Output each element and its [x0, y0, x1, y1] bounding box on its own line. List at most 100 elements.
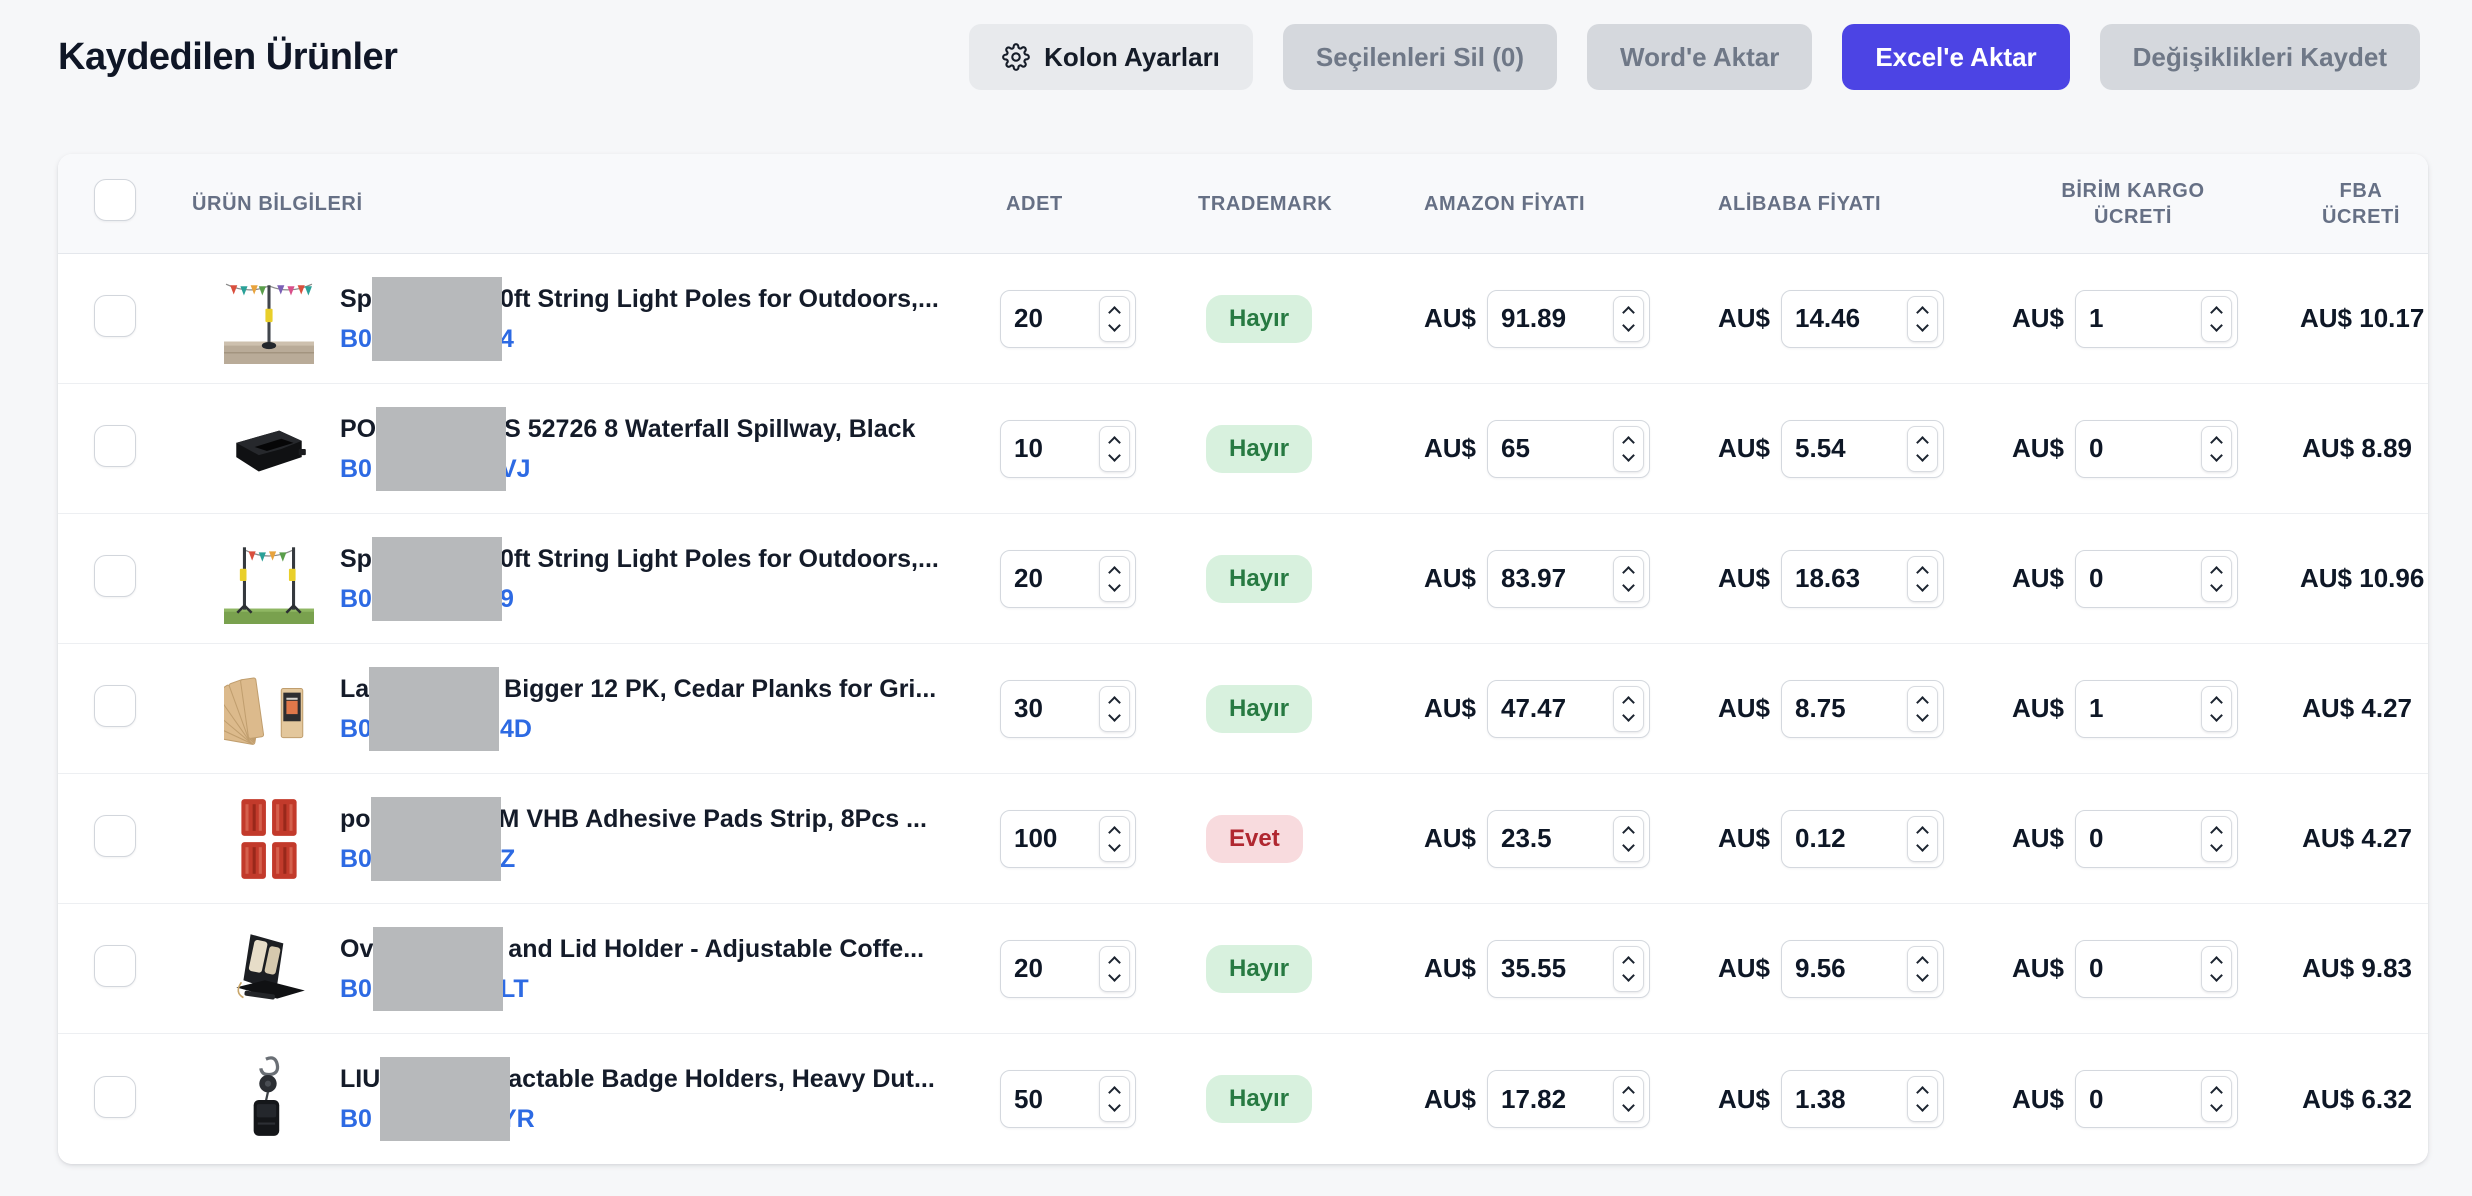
- stepper[interactable]: [1099, 1076, 1130, 1122]
- increment-icon[interactable]: [1622, 825, 1635, 839]
- stepper[interactable]: [2201, 295, 2233, 342]
- quantity-input[interactable]: 10: [1000, 419, 1136, 478]
- increment-icon[interactable]: [1916, 695, 1929, 709]
- increment-icon[interactable]: [1916, 305, 1929, 319]
- decrement-icon[interactable]: [1108, 448, 1121, 462]
- stepper[interactable]: [1099, 685, 1130, 732]
- increment-icon[interactable]: [1916, 1086, 1929, 1099]
- alibaba-price-input[interactable]: 9.56: [1781, 939, 1945, 998]
- alibaba-price-input[interactable]: 5.54: [1781, 419, 1945, 478]
- decrement-icon[interactable]: [1108, 838, 1121, 852]
- stepper[interactable]: [1099, 425, 1130, 472]
- decrement-icon[interactable]: [1916, 968, 1929, 982]
- stepper[interactable]: [1613, 425, 1645, 472]
- decrement-icon[interactable]: [2210, 318, 2223, 332]
- increment-icon[interactable]: [1108, 825, 1121, 839]
- unit-shipping-fee-input[interactable]: 1: [2075, 289, 2239, 348]
- decrement-icon[interactable]: [2210, 838, 2223, 852]
- stepper[interactable]: [1613, 685, 1645, 732]
- decrement-icon[interactable]: [1108, 1099, 1121, 1112]
- increment-icon[interactable]: [1108, 435, 1121, 449]
- stepper[interactable]: [2201, 555, 2233, 602]
- amazon-price-input[interactable]: 47.47: [1487, 679, 1651, 738]
- decrement-icon[interactable]: [2210, 968, 2223, 982]
- increment-icon[interactable]: [1622, 695, 1635, 709]
- stepper[interactable]: [1613, 945, 1645, 992]
- export-excel-button[interactable]: Excel'e Aktar: [1842, 24, 2070, 90]
- amazon-price-input[interactable]: 35.55: [1487, 939, 1651, 998]
- stepper[interactable]: [2201, 685, 2233, 732]
- decrement-icon[interactable]: [1916, 578, 1929, 592]
- stepper[interactable]: [2201, 815, 2233, 862]
- stepper[interactable]: [2201, 425, 2233, 472]
- row-checkbox[interactable]: [94, 425, 136, 467]
- decrement-icon[interactable]: [1916, 1099, 1929, 1112]
- decrement-icon[interactable]: [2210, 1099, 2223, 1112]
- decrement-icon[interactable]: [1108, 968, 1121, 982]
- stepper[interactable]: [1907, 815, 1939, 862]
- increment-icon[interactable]: [2210, 305, 2223, 319]
- increment-icon[interactable]: [1622, 955, 1635, 969]
- quantity-input[interactable]: 100: [1000, 809, 1136, 868]
- stepper[interactable]: [1099, 555, 1130, 602]
- save-changes-button[interactable]: Değişiklikleri Kaydet: [2099, 24, 2420, 90]
- increment-icon[interactable]: [1108, 305, 1121, 319]
- quantity-input[interactable]: 50: [1000, 1070, 1136, 1128]
- unit-shipping-fee-input[interactable]: 0: [2075, 939, 2239, 998]
- alibaba-price-input[interactable]: 18.63: [1781, 549, 1945, 608]
- amazon-price-input[interactable]: 91.89: [1487, 289, 1651, 348]
- unit-shipping-fee-input[interactable]: 0: [2075, 1070, 2239, 1128]
- row-checkbox[interactable]: [94, 555, 136, 597]
- increment-icon[interactable]: [2210, 825, 2223, 839]
- row-checkbox[interactable]: [94, 685, 136, 727]
- decrement-icon[interactable]: [1622, 1099, 1635, 1112]
- stepper[interactable]: [1613, 295, 1645, 342]
- increment-icon[interactable]: [1108, 695, 1121, 709]
- stepper[interactable]: [2201, 1076, 2233, 1122]
- decrement-icon[interactable]: [1622, 708, 1635, 722]
- increment-icon[interactable]: [2210, 955, 2223, 969]
- export-word-button[interactable]: Word'e Aktar: [1587, 24, 1813, 90]
- increment-icon[interactable]: [1108, 955, 1121, 969]
- column-settings-button[interactable]: Kolon Ayarları: [969, 24, 1253, 90]
- decrement-icon[interactable]: [1622, 318, 1635, 332]
- amazon-price-input[interactable]: 83.97: [1487, 549, 1651, 608]
- increment-icon[interactable]: [1622, 305, 1635, 319]
- unit-shipping-fee-input[interactable]: 0: [2075, 809, 2239, 868]
- increment-icon[interactable]: [1108, 1086, 1121, 1099]
- quantity-input[interactable]: 20: [1000, 549, 1136, 608]
- increment-icon[interactable]: [1622, 1086, 1635, 1099]
- increment-icon[interactable]: [2210, 1086, 2223, 1099]
- stepper[interactable]: [1613, 1076, 1645, 1122]
- quantity-input[interactable]: 20: [1000, 289, 1136, 348]
- stepper[interactable]: [1907, 1076, 1939, 1122]
- stepper[interactable]: [2201, 945, 2233, 992]
- row-checkbox[interactable]: [94, 815, 136, 857]
- decrement-icon[interactable]: [2210, 448, 2223, 462]
- stepper[interactable]: [1907, 555, 1939, 602]
- decrement-icon[interactable]: [1108, 708, 1121, 722]
- row-checkbox[interactable]: [94, 295, 136, 337]
- increment-icon[interactable]: [1108, 565, 1121, 579]
- row-checkbox[interactable]: [94, 1075, 136, 1118]
- increment-icon[interactable]: [1622, 565, 1635, 579]
- stepper[interactable]: [1907, 945, 1939, 992]
- decrement-icon[interactable]: [2210, 578, 2223, 592]
- decrement-icon[interactable]: [1622, 968, 1635, 982]
- decrement-icon[interactable]: [1916, 448, 1929, 462]
- stepper[interactable]: [1613, 815, 1645, 862]
- stepper[interactable]: [1907, 685, 1939, 732]
- amazon-price-input[interactable]: 65: [1487, 419, 1651, 478]
- stepper[interactable]: [1907, 295, 1939, 342]
- decrement-icon[interactable]: [1916, 318, 1929, 332]
- select-all-checkbox[interactable]: [94, 179, 136, 221]
- decrement-icon[interactable]: [1108, 318, 1121, 332]
- decrement-icon[interactable]: [1916, 838, 1929, 852]
- amazon-price-input[interactable]: 23.5: [1487, 809, 1651, 868]
- alibaba-price-input[interactable]: 8.75: [1781, 679, 1945, 738]
- decrement-icon[interactable]: [1622, 578, 1635, 592]
- unit-shipping-fee-input[interactable]: 0: [2075, 549, 2239, 608]
- increment-icon[interactable]: [1622, 435, 1635, 449]
- increment-icon[interactable]: [1916, 565, 1929, 579]
- stepper[interactable]: [1907, 425, 1939, 472]
